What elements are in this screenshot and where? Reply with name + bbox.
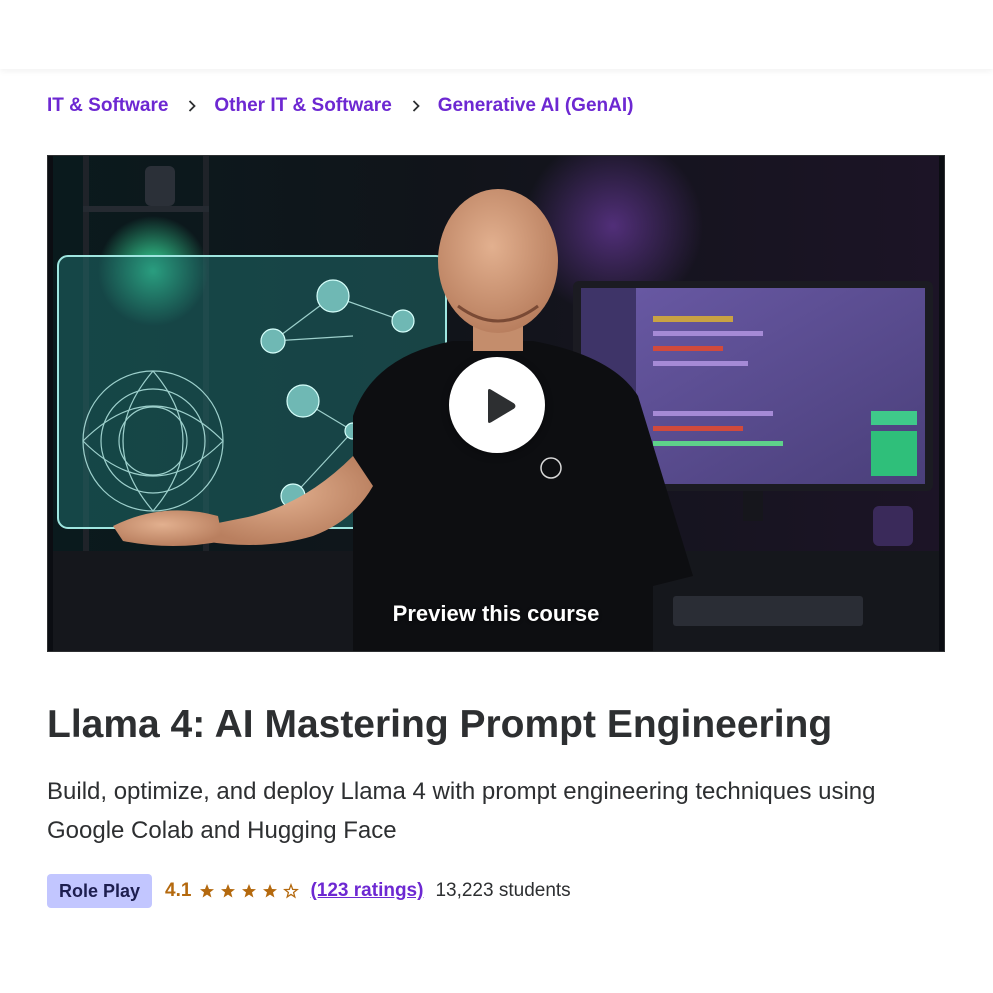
star-icon [200,884,215,898]
breadcrumb-generative-ai[interactable]: Generative AI (GenAI) [438,95,634,117]
play-button[interactable] [449,357,545,453]
role-play-badge: Role Play [47,874,153,908]
star-rating [199,883,304,899]
course-title: Llama 4: AI Mastering Prompt Engineering [47,703,833,746]
top-header-bar [0,0,993,69]
breadcrumb-other-it-software[interactable]: Other IT & Software [214,95,391,117]
star-icon [242,884,257,898]
star-icon [221,884,236,898]
ratings-count-link[interactable]: (123 ratings) [310,880,423,902]
preview-this-course-label: Preview this course [392,601,600,626]
course-subtitle: Build, optimize, and deploy Llama 4 with… [47,778,876,844]
course-preview-video[interactable]: Preview this course [47,155,945,652]
star-outline-icon [283,883,300,899]
chevron-right-icon [185,99,199,113]
breadcrumb: IT & Software Other IT & Software Genera… [47,94,633,118]
star-icon [263,884,278,898]
breadcrumb-it-software[interactable]: IT & Software [47,95,168,117]
play-icon [488,389,516,423]
students-count: 13,223 students [435,880,571,901]
course-meta-row: Role Play 4.1 (123 ratings) 13,223 stude… [47,874,571,908]
rating-value: 4.1 [165,880,192,901]
chevron-right-icon [409,99,423,113]
